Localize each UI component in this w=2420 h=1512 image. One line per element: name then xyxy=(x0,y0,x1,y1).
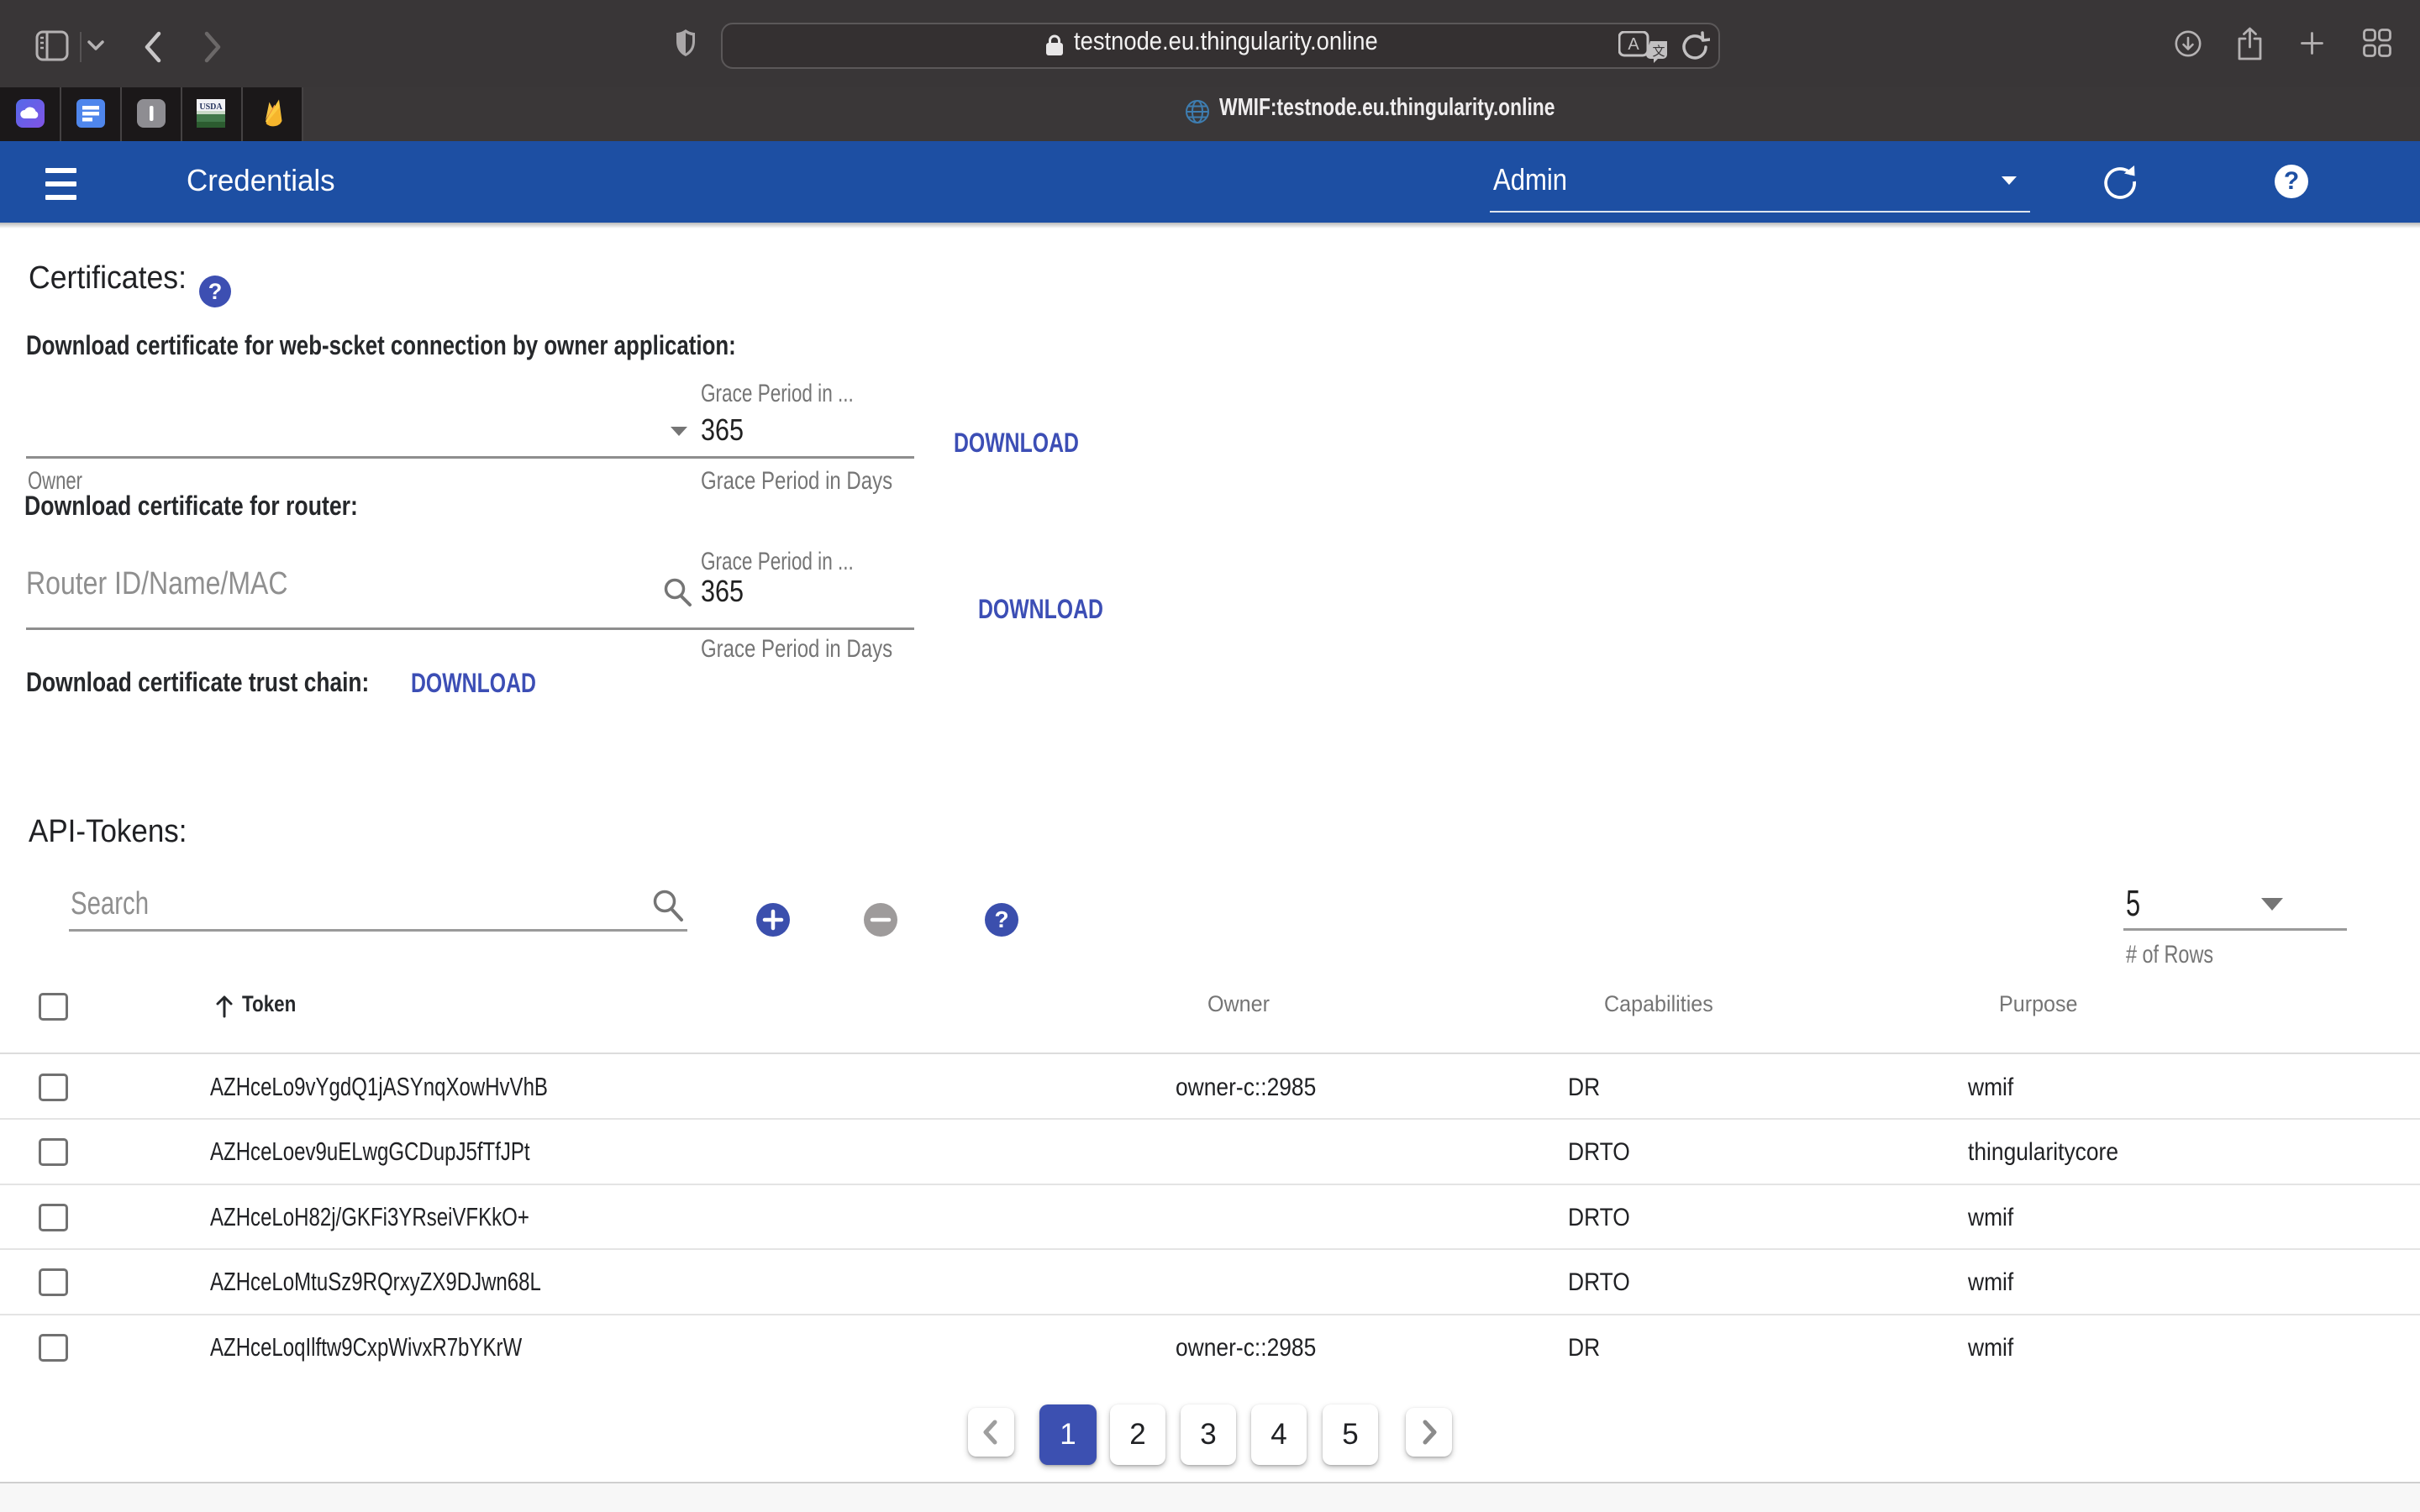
svg-text:USDA: USDA xyxy=(199,102,223,112)
svg-text:A: A xyxy=(1628,35,1639,54)
svg-text:文: 文 xyxy=(1652,45,1665,59)
